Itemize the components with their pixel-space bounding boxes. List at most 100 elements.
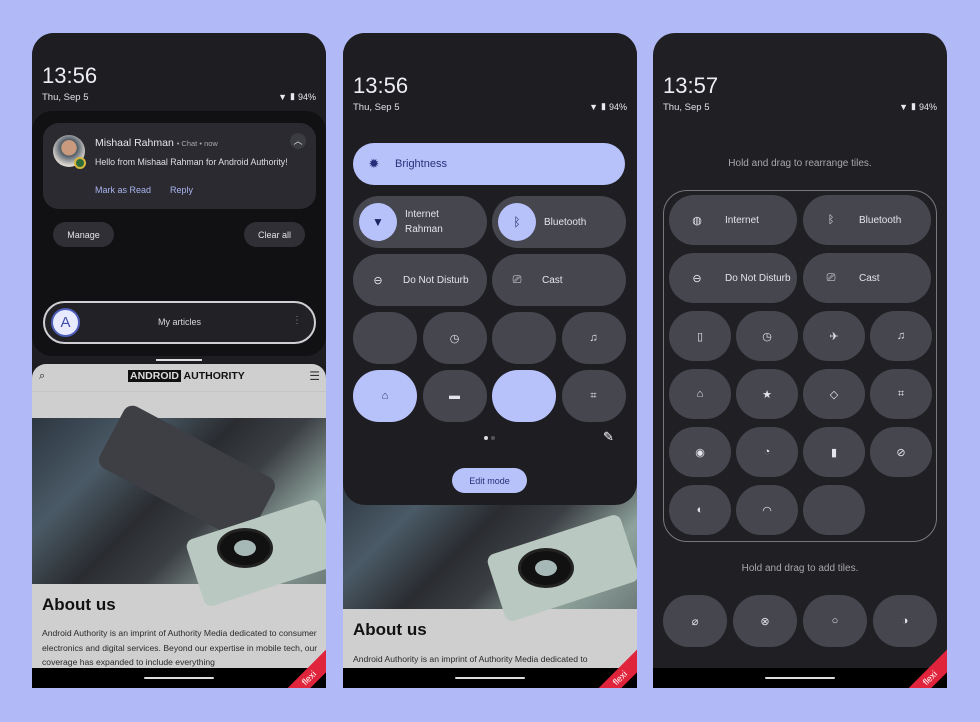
tile-small[interactable]	[803, 485, 865, 535]
wifi-icon: ▼	[359, 203, 397, 241]
brightness-label: Brightness	[395, 158, 447, 170]
tile-small[interactable]: ◷	[422, 312, 487, 364]
tile-small[interactable]: ✈	[803, 311, 865, 361]
dark-theme-icon: ◐	[696, 504, 704, 516]
tile-bluetooth[interactable]: ᛒ Bluetooth	[803, 195, 931, 245]
tile-label: Cast	[859, 272, 880, 284]
site-logo[interactable]: ANDROID AUTHORITY	[128, 370, 245, 382]
page-dot[interactable]	[491, 436, 495, 440]
home-indicator[interactable]	[455, 677, 525, 679]
chat-app-badge-icon	[74, 157, 86, 169]
available-tile[interactable]: ⌀	[663, 595, 727, 647]
home-indicator[interactable]	[765, 677, 835, 679]
notification-card[interactable]: Mishaal Rahman • Chat • now Hello from M…	[43, 123, 316, 209]
brightness-icon: ✹	[368, 156, 380, 171]
search-icon[interactable]: ⌕	[39, 370, 45, 383]
tile-small[interactable]: ◇	[803, 369, 865, 419]
hotspot-icon: ◠	[762, 504, 772, 517]
tile-do-not-disturb[interactable]: ⊖ Do Not Disturb	[353, 254, 487, 306]
tile-small[interactable]: ♫	[561, 312, 626, 364]
shade-handle[interactable]	[156, 359, 202, 361]
battery-icon: ▮	[290, 91, 295, 101]
more-vert-icon[interactable]: ⋮	[292, 315, 302, 326]
page-dot-active[interactable]	[484, 436, 488, 440]
battery-percent: 94%	[608, 101, 627, 112]
flashlight-icon: ▯	[696, 330, 704, 343]
available-tile[interactable]: ○	[803, 595, 867, 647]
bluetooth-icon: ᛒ	[827, 214, 835, 226]
do-not-disturb-icon: ⊖	[373, 274, 383, 287]
tile-small[interactable]	[492, 312, 556, 364]
data-saver-icon: ◔	[763, 446, 771, 458]
manage-button[interactable]: Manage	[53, 222, 114, 247]
tile-small[interactable]: ◐	[669, 485, 731, 535]
tile-internet[interactable]: ◍ Internet	[669, 195, 797, 245]
notification-bell-icon: ♫	[589, 332, 598, 344]
date: Thu, Sep 5	[42, 92, 89, 103]
tile-sublabel: Rahman	[405, 224, 443, 235]
sender-name: Mishaal Rahman	[95, 137, 174, 149]
tile-small[interactable]: ⌂	[669, 369, 731, 419]
web-page: ⌕ ANDROID AUTHORITY ☰ About us Android A…	[32, 364, 326, 668]
tile-label: Do Not Disturb	[725, 272, 791, 284]
tile-do-not-disturb[interactable]: ⊖ Do Not Disturb	[669, 253, 797, 303]
hero-image	[32, 402, 326, 608]
date: Thu, Sep 5	[353, 102, 400, 113]
available-tile[interactable]: ⊗	[733, 595, 797, 647]
tile-small[interactable]: ◠	[736, 485, 798, 535]
alarm-icon: ◷	[449, 332, 460, 345]
clock: 13:56	[353, 73, 409, 98]
edit-pencil-icon[interactable]: ✎	[603, 429, 614, 445]
tile-small[interactable]: ▮	[803, 427, 865, 477]
wifi-icon: ▼	[899, 101, 909, 112]
bubble-label: My articles	[157, 317, 201, 327]
tile-small[interactable]	[492, 370, 556, 422]
about-paragraph: Android Authority is an imprint of Autho…	[353, 654, 588, 664]
tile-small[interactable]: ⌗	[870, 369, 932, 419]
tile-small[interactable]: ★	[736, 369, 798, 419]
contrast-icon: ◑	[901, 615, 909, 627]
bluetooth-icon: ᛒ	[498, 203, 536, 241]
wifi-icon: ▼	[278, 91, 288, 102]
tile-small[interactable]	[353, 312, 417, 364]
battery-percent: 94%	[918, 101, 937, 112]
tile-small[interactable]: ♫	[870, 311, 932, 361]
about-heading: About us	[42, 595, 116, 614]
available-tile[interactable]: ◑	[873, 595, 937, 647]
reply-button[interactable]: Reply	[170, 185, 193, 195]
status-icons: ▼ ▮ 94%	[278, 91, 316, 102]
date: Thu, Sep 5	[663, 102, 710, 113]
navigation-bar	[32, 668, 326, 688]
menu-icon[interactable]: ☰	[309, 369, 320, 383]
tile-bluetooth[interactable]: ᛒ Bluetooth	[492, 196, 626, 248]
wifi-icon: ▼	[589, 101, 599, 112]
globe-question-icon: ◍	[692, 214, 702, 227]
tile-label: Bluetooth	[544, 216, 587, 228]
location-off-icon: ⊗	[760, 615, 770, 628]
tile-small[interactable]: ▬	[422, 370, 487, 422]
brightness-slider[interactable]: ✹ Brightness	[353, 143, 625, 185]
qr-scanner-icon: ⌗	[590, 389, 597, 402]
clear-all-button[interactable]: Clear all	[244, 222, 305, 247]
tile-small[interactable]: ⊘	[870, 427, 932, 477]
screen-record-icon: ◉	[695, 446, 705, 459]
tile-cast[interactable]: ⎚ Cast	[803, 253, 931, 303]
bubble-my-articles[interactable]: A My articles ⋮	[43, 301, 316, 344]
about-heading: About us	[353, 620, 427, 639]
tile-small[interactable]: ⌂	[353, 370, 417, 422]
edit-mode-button[interactable]: Edit mode	[452, 468, 527, 493]
tile-cast[interactable]: ⎚ Cast	[492, 254, 626, 306]
collapse-chevron-icon[interactable]: ︿	[290, 133, 306, 149]
cast-icon: ⎚	[826, 271, 836, 284]
tile-small[interactable]: ◉	[669, 427, 731, 477]
tile-small[interactable]: ◷	[736, 311, 798, 361]
tile-small[interactable]: ▯	[669, 311, 731, 361]
tile-internet[interactable]: ▼ Internet Rahman	[353, 196, 487, 248]
home-indicator[interactable]	[144, 677, 214, 679]
add-tiles-hint: Hold and drag to add tiles.	[741, 563, 859, 574]
notification-bell-icon: ♫	[896, 330, 906, 342]
tile-label: Do Not Disturb	[403, 274, 469, 286]
tile-small[interactable]: ⌗	[561, 370, 626, 422]
tile-small[interactable]: ◔	[736, 427, 798, 477]
mark-as-read-button[interactable]: Mark as Read	[95, 185, 151, 195]
